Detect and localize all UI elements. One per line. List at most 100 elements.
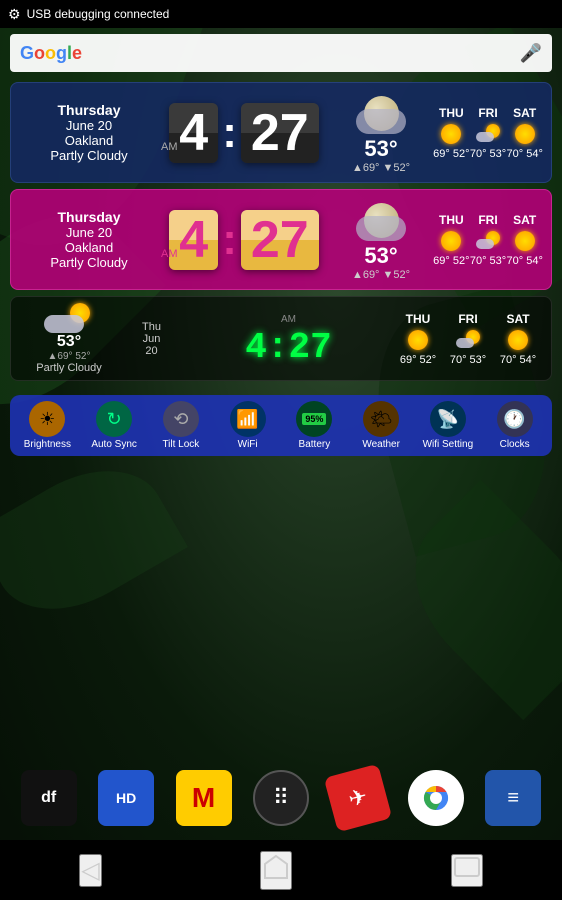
widget-temp-dark: 53° [364,136,397,162]
search-bar[interactable]: Google 🎤 [10,34,552,72]
mic-icon[interactable]: 🎤 [520,43,542,64]
wt-forecast-temps: 69° 52° 70° 53° 70° 54° [393,354,543,366]
qs-battery[interactable]: 95% Battery [281,401,348,450]
qs-battery-label: Battery [299,439,331,450]
qs-weather-label: Weather [362,439,400,450]
wifi-setting-icon: 📡 [430,401,466,437]
moon-cloud-icon-pink [354,198,409,243]
weather-widget-transparent[interactable]: 53° ▲69° 52° Partly Cloudy Thu Jun 20 AM… [10,296,552,381]
qs-row: ☀ Brightness ↻ Auto Sync ⟲ Tilt Lock 📶 W… [14,401,548,450]
clocks-icon: 🕐 [497,401,533,437]
qs-brightness[interactable]: ☀ Brightness [14,401,81,450]
weather-widget-dark[interactable]: Thursday June 20 Oakland Partly Cloudy A… [10,82,552,183]
back-button[interactable]: ◁ [79,854,101,887]
wt-temp: 53° [57,333,81,351]
clock-minute-dark: 27 [241,103,319,163]
battery-icon: 95% [296,401,332,437]
widget-date: June 20 [19,118,159,133]
wt-weather-left: 53° ▲69° 52° Partly Cloudy [19,303,119,374]
clock-flip-pink: AM 4 : 27 [169,210,318,270]
forecast-icon-fri-pink [470,231,507,251]
widget-city-pink: Oakland [19,240,159,255]
forecast-temp-fri-pink: 70° 53° [470,255,507,267]
nav-bar: ◁ [0,840,562,900]
dock-area: df HD M ⠿ ✈ ≡ [0,766,562,830]
dock-hd[interactable]: HD [98,770,154,826]
wifi-icon: 📶 [230,401,266,437]
qs-auto-sync[interactable]: ↻ Auto Sync [81,401,148,450]
widget-date-info-pink: Thursday June 20 Oakland Partly Cloudy [19,209,159,270]
clock-minute-pink: 27 [241,210,319,270]
widget-date-pink: June 20 [19,225,159,240]
wt-temp-thu: 69° 52° [393,354,443,366]
forecast-icon-thu [433,124,470,144]
dock-mcdonalds[interactable]: M [176,770,232,826]
home-button[interactable] [260,851,292,890]
qs-tilt-lock[interactable]: ⟲ Tilt Lock [148,401,215,450]
dock-app-drawer[interactable]: ⠿ [253,770,309,826]
sun-icon-thu [441,124,461,144]
forecast-temp-fri: 70° 53° [470,148,507,160]
widget-day-pink: Thursday [19,209,159,225]
battery-badge: 95% [302,413,326,425]
widget-clock-pink: AM 4 : 27 [159,210,329,270]
wt-date: Thu Jun 20 [119,321,184,357]
wt-clock: AM 4:27 [184,309,393,368]
dock-df[interactable]: df [21,770,77,826]
wt-sun-sat [508,330,528,350]
clock-am-pink: AM [161,248,178,260]
wt-highlow: ▲69° 52° [48,351,91,362]
qs-wifi[interactable]: 📶 WiFi [214,401,281,450]
partly-cloudy-icon-fri-pink [476,231,500,249]
qs-clocks-label: Clocks [500,439,530,450]
clock-flip-dark: AM 4 : 27 [169,103,318,163]
sun-icon-thu-pink [441,231,461,251]
clock-colon-pink: : [222,218,237,262]
partly-cloudy-icon-fri [476,124,500,142]
wt-forecast-days: THU FRI SAT [393,312,543,326]
weather-widget-pink[interactable]: Thursday June 20 Oakland Partly Cloudy A… [10,189,552,290]
wt-icon-sat [493,330,543,350]
wt-day-fri: FRI [443,312,493,326]
dock-settings-icon: ≡ [507,787,519,810]
forecast-icons-pink [433,231,543,251]
forecast-day-sat-pink: SAT [506,213,543,227]
forecast-temps-pink: 69° 52° 70° 53° 70° 54° [433,255,543,267]
dock-chrome[interactable] [408,770,464,826]
forecast-day-fri: FRI [470,106,507,120]
usb-icon: ⚙ [8,6,21,23]
recent-button[interactable] [451,854,483,887]
dock-settings[interactable]: ≡ [485,770,541,826]
widget-city: Oakland [19,133,159,148]
qs-auto-sync-label: Auto Sync [91,439,137,450]
wt-day-thu: THU [393,312,443,326]
qs-clocks[interactable]: 🕐 Clocks [481,401,548,450]
forecast-day-thu-pink: THU [433,213,470,227]
dock-rocket[interactable]: ✈ [324,764,393,833]
wt-date-num: 20 [119,345,184,357]
qs-weather[interactable]: 🌤 Weather [348,401,415,450]
home-icon [262,853,290,881]
widget-weather-icon-dark: 53° ▲69° ▼52° [329,91,433,174]
cloud-overlay [356,109,406,134]
forecast-icon-sat [506,124,543,144]
dock-rocket-icon: ✈ [346,783,371,813]
widget-forecast-pink: THU FRI SAT 69° 52° 70° 53° 70° 54° [433,213,543,267]
clock-hour-dark: 4 [169,103,218,163]
wt-forecast: THU FRI SAT 69° 52° 70° 53° 70° 54° [393,312,543,366]
clock-colon-dark: : [222,111,237,155]
cloud-overlay-pink [356,216,406,241]
forecast-temps-dark: 69° 52° 70° 53° 70° 54° [433,148,543,160]
qs-wifi-setting[interactable]: 📡 Wifi Setting [415,401,482,450]
google-logo: Google [20,43,82,64]
wt-clock-time: 4:27 [184,327,393,368]
wt-clock-minute: 27 [289,327,332,368]
forecast-icon-thu-pink [433,231,470,251]
forecast-icon-fri [470,124,507,144]
wt-cloud-part [44,315,84,333]
forecast-icons-dark [433,124,543,144]
wt-forecast-icons [393,330,543,350]
quick-settings-bar: ☀ Brightness ↻ Auto Sync ⟲ Tilt Lock 📶 W… [10,395,552,456]
status-bar: ⚙ USB debugging connected [0,0,562,28]
dock-hd-label: HD [116,790,136,806]
